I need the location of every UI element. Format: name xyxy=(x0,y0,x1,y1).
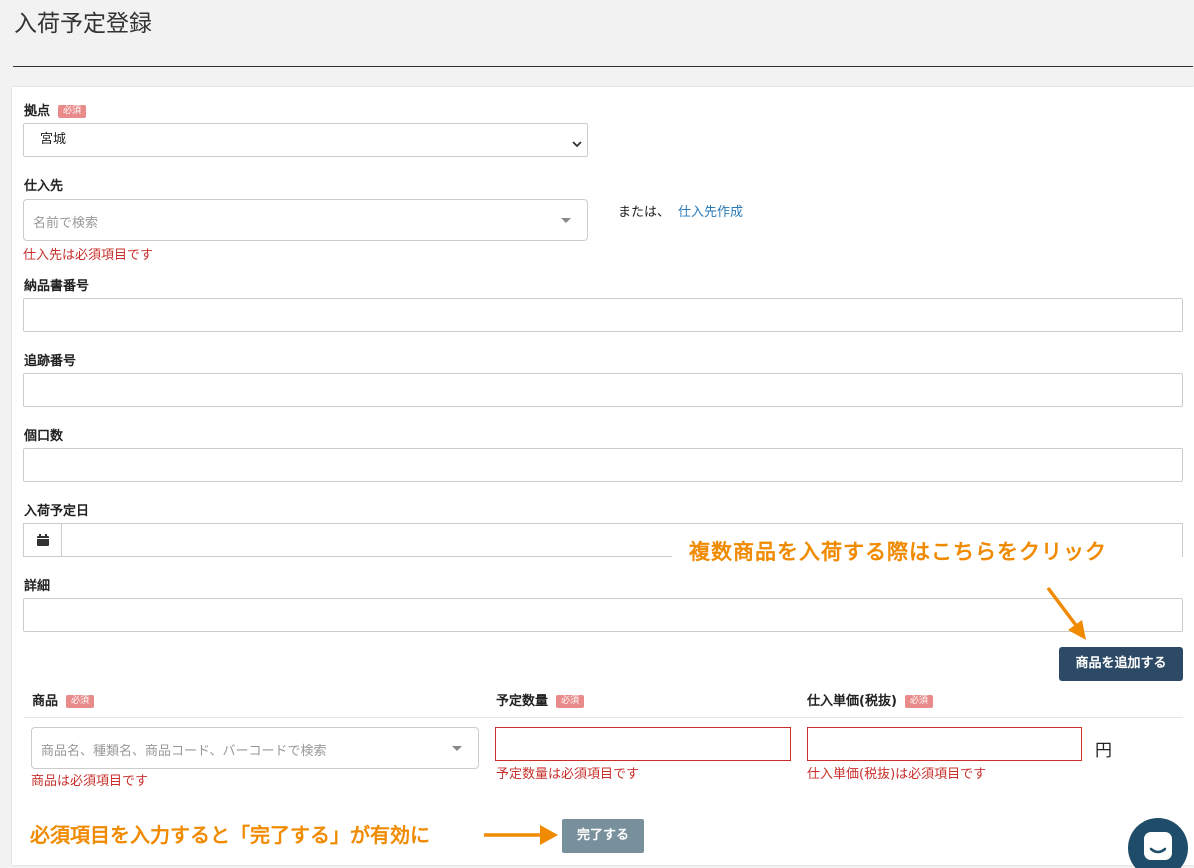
product-column-header: 商品 必須 xyxy=(32,690,95,709)
add-products-hint: 複数商品を入荷する際はこちらをクリック xyxy=(689,540,1107,564)
arrow-right-icon xyxy=(484,825,558,845)
delivery-note-input[interactable] xyxy=(23,298,1183,332)
arrow-down-right-icon xyxy=(1046,586,1086,640)
arrival-date-label: 入荷予定日 xyxy=(24,504,90,519)
chat-icon xyxy=(1144,832,1172,860)
quantity-input[interactable] xyxy=(495,727,791,761)
delivery-note-label: 納品書番号 xyxy=(24,279,90,294)
table-divider xyxy=(24,717,1183,718)
supplier-placeholder: 名前で検索 xyxy=(33,216,99,231)
supplier-label: 仕入先 xyxy=(24,179,64,194)
page-title: 入荷予定登録 xyxy=(14,11,152,37)
product-search-input[interactable]: 商品名、種類名、商品コード、バーコードで検索 xyxy=(31,727,479,769)
details-label: 詳細 xyxy=(24,579,51,594)
complete-button[interactable]: 完了する xyxy=(562,819,644,853)
packages-label: 個口数 xyxy=(24,429,64,444)
details-input[interactable] xyxy=(23,598,1183,632)
base-select-value: 宮城 xyxy=(40,132,67,147)
required-badge: 必須 xyxy=(58,105,87,118)
required-badge: 必須 xyxy=(66,695,95,708)
tracking-label: 追跡番号 xyxy=(24,354,77,369)
product-placeholder: 商品名、種類名、商品コード、バーコードで検索 xyxy=(41,744,327,759)
tracking-input[interactable] xyxy=(23,373,1183,407)
or-text: または、 xyxy=(618,205,671,220)
complete-hint: 必須項目を入力すると「完了する」が有効に xyxy=(30,823,430,847)
chevron-down-icon xyxy=(571,131,583,163)
quantity-column-header: 予定数量 必須 xyxy=(496,690,585,709)
add-product-button[interactable]: 商品を追加する xyxy=(1059,647,1183,681)
quantity-error: 予定数量は必須項目です xyxy=(496,767,640,782)
required-badge: 必須 xyxy=(904,695,933,708)
dropdown-caret-icon xyxy=(452,746,462,751)
supplier-search-input[interactable]: 名前で検索 xyxy=(23,199,588,241)
yen-unit: 円 xyxy=(1095,741,1112,761)
dropdown-caret-icon xyxy=(561,218,571,223)
product-error: 商品は必須項目です xyxy=(31,774,149,789)
packages-input[interactable] xyxy=(23,448,1183,482)
supplier-error: 仕入先は必須項目です xyxy=(23,248,154,263)
required-badge: 必須 xyxy=(556,695,585,708)
price-error: 仕入単価(税抜)は必須項目です xyxy=(807,767,987,782)
price-column-header: 仕入単価(税抜) 必須 xyxy=(807,690,933,709)
base-label: 拠点 必須 xyxy=(24,100,87,119)
price-input[interactable] xyxy=(807,727,1082,761)
create-supplier-link[interactable]: 仕入先作成 xyxy=(678,201,743,220)
calendar-button[interactable] xyxy=(23,523,62,557)
title-divider xyxy=(13,66,1193,67)
calendar-icon xyxy=(37,534,49,546)
base-select[interactable]: 宮城 xyxy=(23,123,588,157)
